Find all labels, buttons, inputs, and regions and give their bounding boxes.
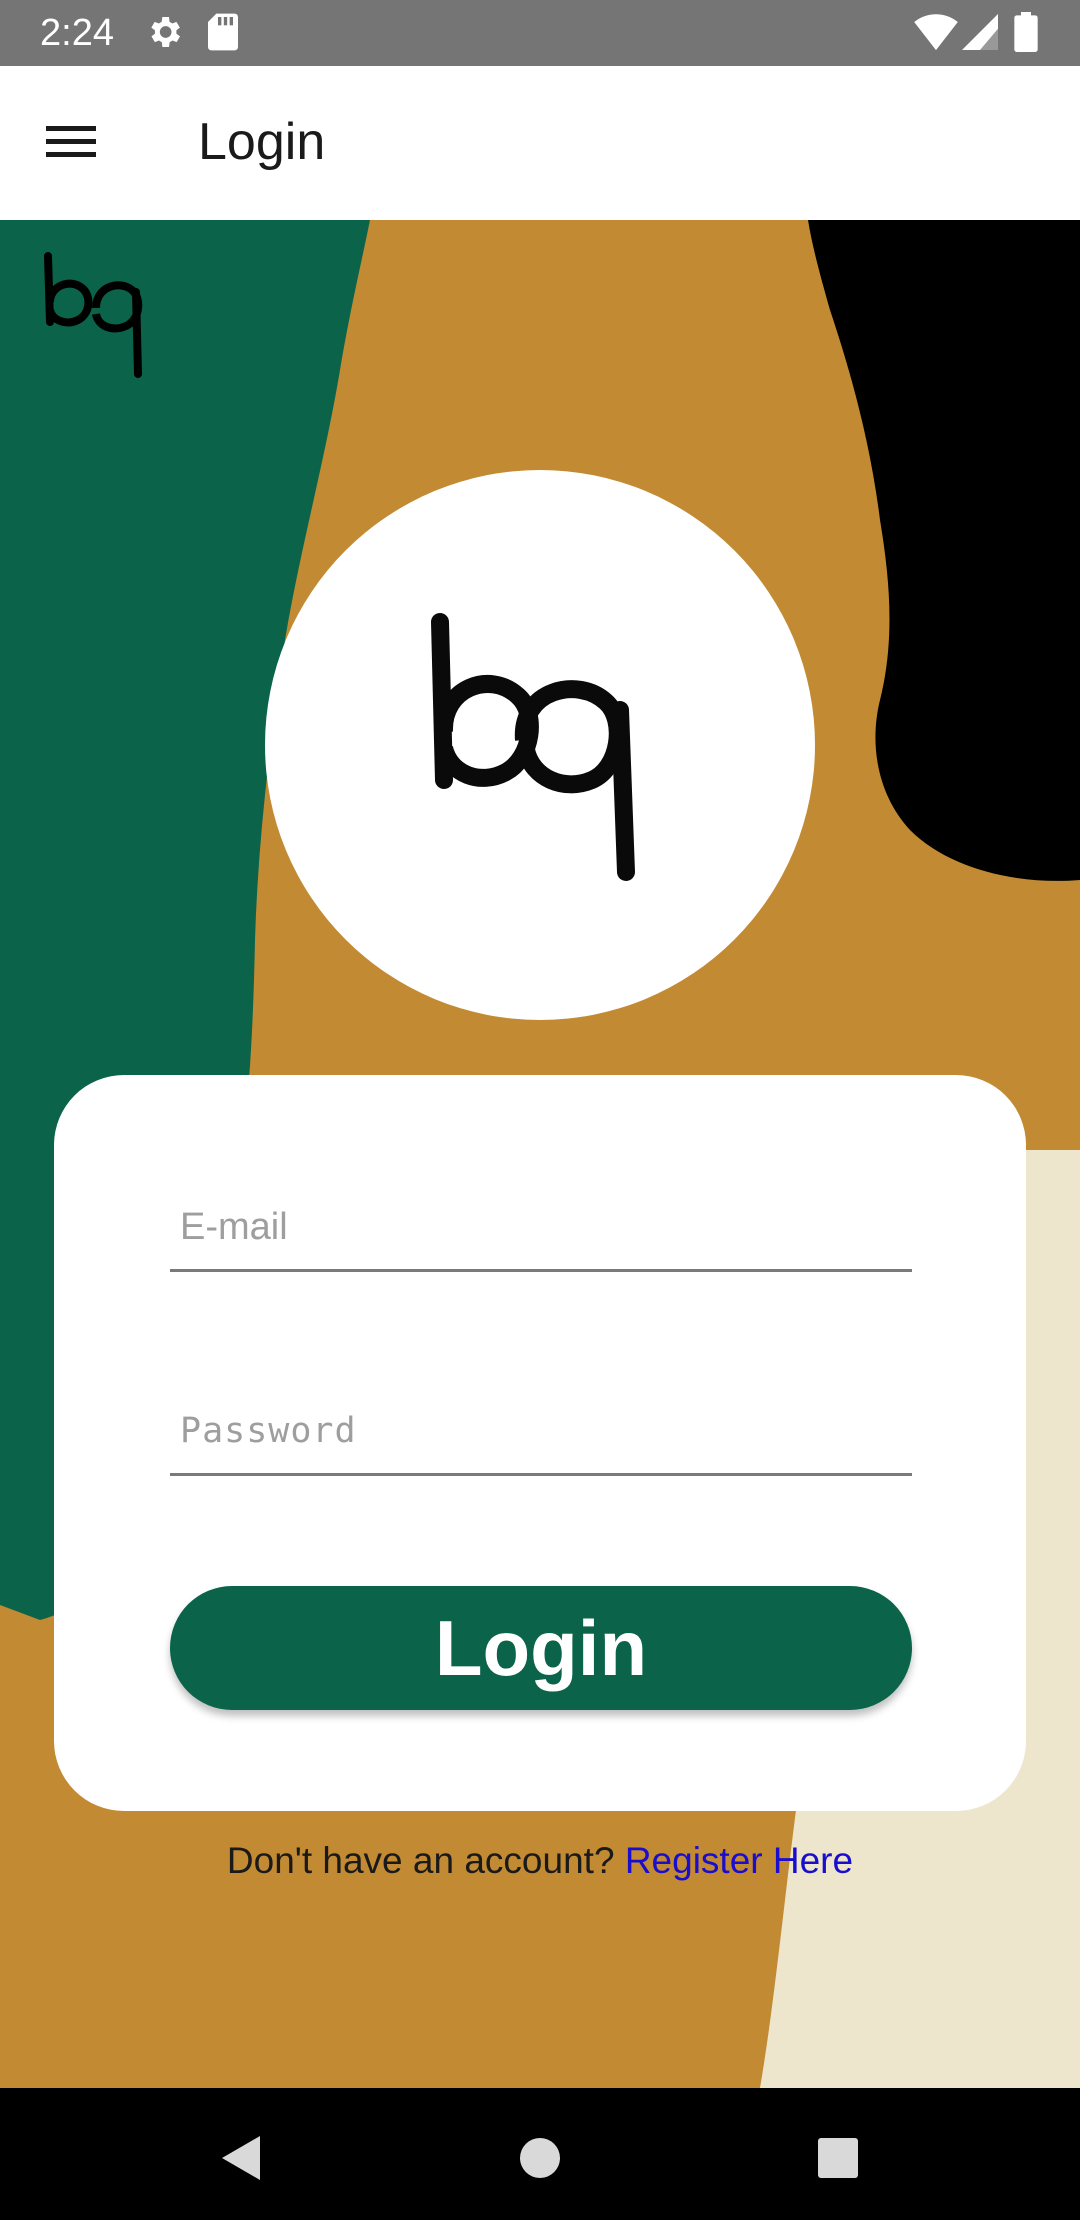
screen: 2:24 Login E-mail Login Don't have an ac… bbox=[0, 0, 1080, 2220]
bq-logo-small-icon bbox=[44, 252, 143, 378]
system-nav-bar bbox=[0, 2088, 1080, 2220]
password-field[interactable] bbox=[170, 1389, 912, 1476]
sd-card-icon bbox=[208, 13, 238, 51]
hamburger-menu-icon bbox=[46, 126, 96, 157]
register-row: Don't have an account? Register Here bbox=[0, 1840, 1080, 1882]
battery-icon bbox=[1014, 12, 1038, 52]
back-triangle-icon[interactable] bbox=[200, 2118, 280, 2198]
app-bar: Login bbox=[0, 66, 1080, 220]
menu-button[interactable] bbox=[22, 106, 122, 176]
settings-gear-icon bbox=[151, 17, 180, 47]
recents-square-icon[interactable] bbox=[798, 2118, 878, 2198]
register-prompt: Don't have an account? bbox=[226, 1840, 625, 1881]
wifi-icon bbox=[914, 14, 958, 51]
cell-signal-icon bbox=[962, 14, 998, 50]
login-card: Login bbox=[54, 1075, 1026, 1811]
login-button[interactable]: Login bbox=[170, 1586, 912, 1710]
email-field[interactable] bbox=[170, 1185, 912, 1272]
page-title: Login bbox=[198, 113, 326, 171]
status-bar: 2:24 bbox=[0, 0, 1080, 66]
register-link[interactable]: Register Here bbox=[625, 1840, 853, 1881]
status-time: 2:24 bbox=[40, 12, 114, 54]
home-circle-icon[interactable] bbox=[500, 2118, 580, 2198]
bq-logo-icon bbox=[431, 613, 635, 881]
